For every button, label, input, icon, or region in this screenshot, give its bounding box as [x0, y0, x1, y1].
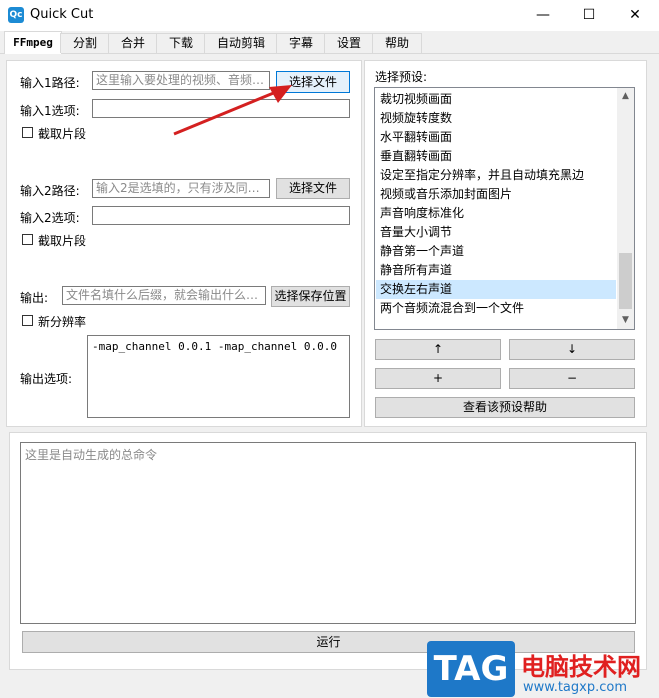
add-preset-button[interactable]: + [375, 368, 501, 389]
preset-item[interactable]: 静音所有声道 [376, 261, 616, 280]
preset-item[interactable]: 视频或音乐添加封面图片 [376, 185, 616, 204]
preset-item[interactable]: 静音第一个声道 [376, 242, 616, 261]
watermark: TAG 电脑技术网 www.tagxp.com [423, 639, 659, 698]
output-options-label: 输出选项: [20, 372, 73, 386]
input1-clip-label: 截取片段 [38, 127, 87, 141]
preset-item[interactable]: 交换左右声道 [376, 280, 616, 299]
new-resolution-label: 新分辨率 [38, 315, 87, 329]
red-arrow-annotation [173, 85, 292, 136]
move-up-button[interactable]: ↑ [375, 339, 501, 360]
remove-preset-button[interactable]: − [509, 368, 635, 389]
watermark-url: www.tagxp.com [523, 680, 627, 695]
preset-item[interactable]: 水平翻转画面 [376, 128, 616, 147]
tab-split[interactable]: 分割 [60, 33, 110, 53]
tab-ffmpeg[interactable]: FFmpeg [4, 31, 62, 54]
watermark-site-name: 电脑技术网 [521, 653, 641, 681]
tab-merge[interactable]: 合并 [108, 33, 158, 53]
preset-item[interactable]: 垂直翻转画面 [376, 147, 616, 166]
input2-clip-checkbox[interactable] [22, 234, 33, 245]
output-path-field[interactable]: 文件名填什么后缀，就会输出什么… [62, 286, 266, 305]
scrollbar-thumb[interactable] [619, 253, 632, 309]
scroll-up-arrow-icon[interactable]: ▲ [617, 88, 634, 105]
input2-path-field[interactable]: 输入2是选填的，只有涉及同… [92, 179, 270, 198]
command-textarea[interactable]: 这里是自动生成的总命令 [20, 442, 636, 624]
preset-item[interactable]: 设定至指定分辨率，并且自动填充黑边 [376, 166, 616, 185]
watermark-logo: TAG [427, 641, 515, 697]
command-placeholder: 这里是自动生成的总命令 [25, 448, 158, 462]
tab-auto-edit[interactable]: 自动剪辑 [204, 33, 278, 53]
move-down-button[interactable]: ↓ [509, 339, 635, 360]
input2-select-file-button[interactable]: 选择文件 [276, 178, 350, 199]
app-icon: Qc [8, 7, 24, 23]
preset-item[interactable]: 声音响度标准化 [376, 204, 616, 223]
input2-path-label: 输入2路径: [20, 184, 80, 198]
select-save-location-button[interactable]: 选择保存位置 [271, 286, 350, 307]
output-label: 输出: [20, 291, 49, 305]
output-options-textarea[interactable]: -map_channel 0.0.1 -map_channel 0.0.0 [87, 335, 350, 418]
scroll-down-arrow-icon[interactable]: ▼ [617, 312, 634, 329]
tab-help[interactable]: 帮助 [372, 33, 422, 53]
preset-list[interactable]: 裁切视频画面 视频旋转度数 水平翻转画面 垂直翻转画面 设定至指定分辨率，并且自动填充黑… [374, 87, 635, 330]
new-resolution-checkbox[interactable] [22, 315, 33, 326]
input1-clip-checkbox[interactable] [22, 127, 33, 138]
preset-item[interactable]: 音量大小调节 [376, 223, 616, 242]
input2-clip-label: 截取片段 [38, 234, 87, 248]
tab-settings[interactable]: 设置 [324, 33, 374, 53]
window-title: Quick Cut [30, 7, 94, 22]
minimize-button[interactable]: — [520, 0, 566, 31]
maximize-button[interactable]: ☐ [566, 0, 612, 31]
preset-item[interactable]: 裁切视频画面 [376, 90, 616, 109]
tab-download[interactable]: 下载 [156, 33, 206, 53]
input1-options-label: 输入1选项: [20, 104, 80, 118]
preset-scrollbar[interactable]: ▲ ▼ [617, 88, 634, 329]
preset-help-button[interactable]: 查看该预设帮助 [375, 397, 635, 418]
tab-subtitle[interactable]: 字幕 [276, 33, 326, 53]
preset-item[interactable]: 视频旋转度数 [376, 109, 616, 128]
output-options-text: -map_channel 0.0.1 -map_channel 0.0.0 [92, 340, 338, 353]
preset-item[interactable]: 两个音频流混合到一个文件 [376, 299, 616, 318]
preset-title: 选择预设: [375, 70, 428, 84]
input1-path-label: 输入1路径: [20, 76, 80, 90]
input2-options-field[interactable] [92, 206, 350, 225]
input2-options-label: 输入2选项: [20, 211, 80, 225]
close-button[interactable]: ✕ [612, 0, 658, 31]
